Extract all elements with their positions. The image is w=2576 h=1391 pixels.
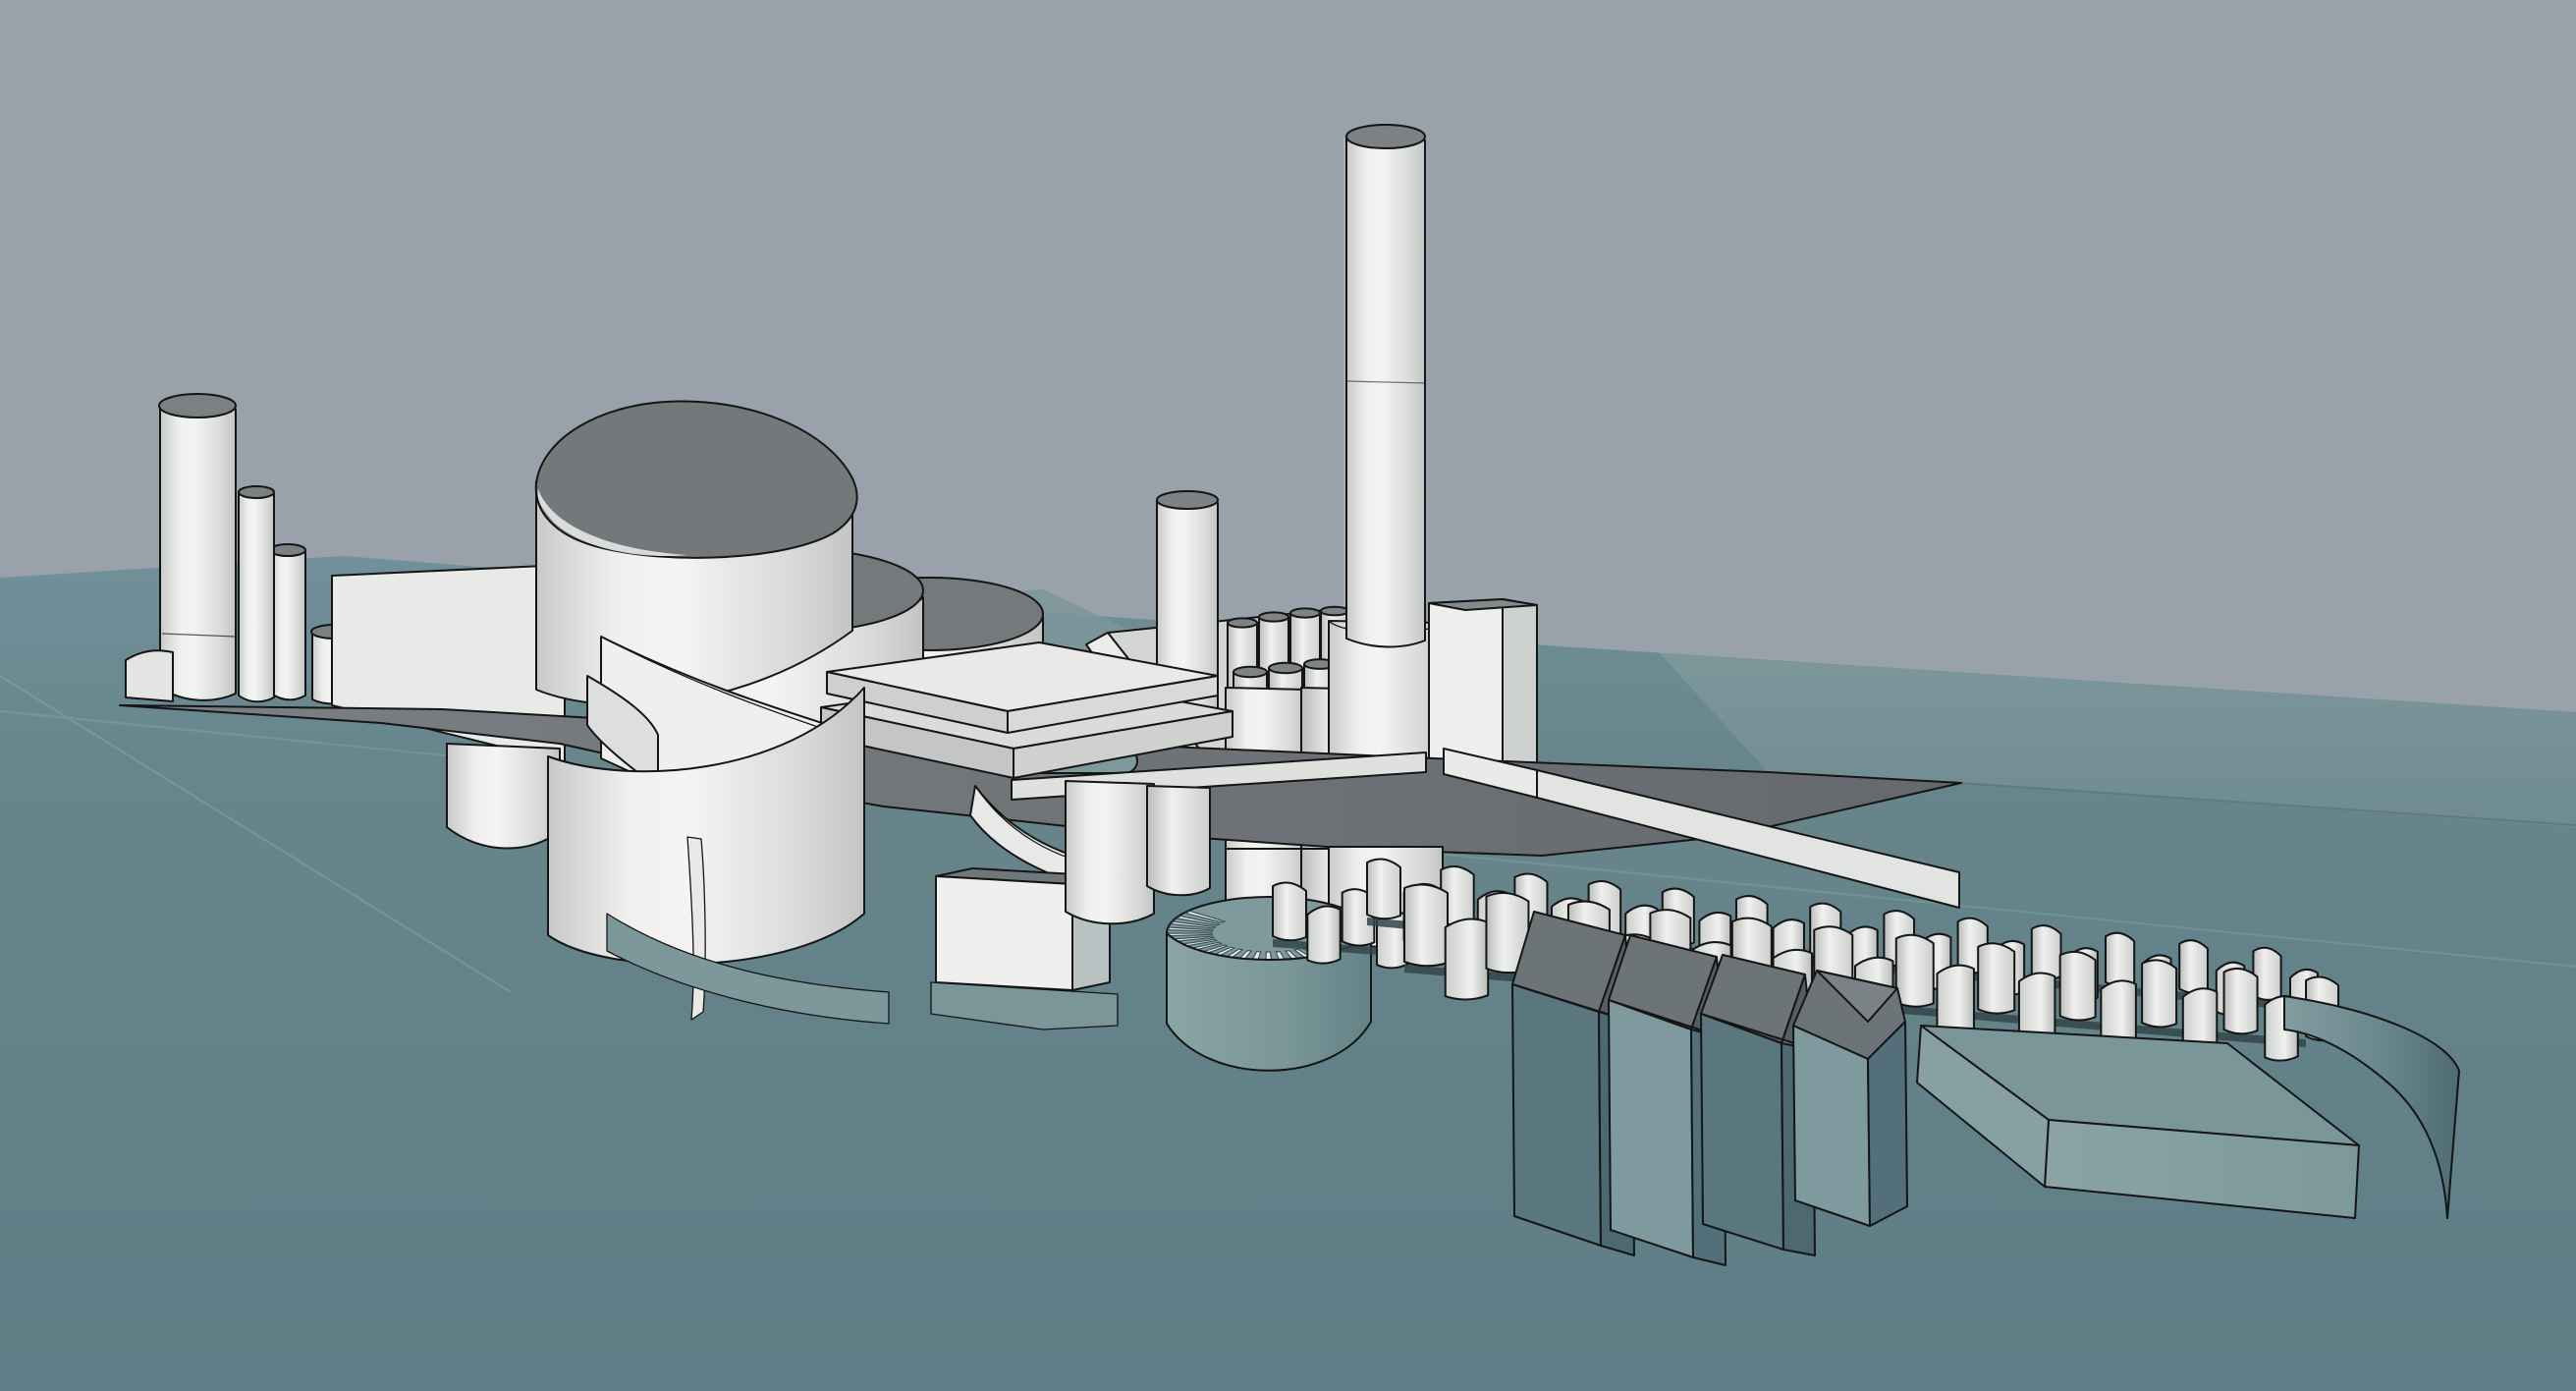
half-pipe-channel <box>2224 969 2258 1033</box>
half-pipe-channel <box>1937 966 1974 1036</box>
half-pipe-channel <box>1896 935 1934 1007</box>
half-pipe-channel <box>2060 952 2096 1021</box>
half-pipe-channel <box>1367 859 1400 918</box>
half-pipe-channel <box>2179 940 2208 993</box>
half-pipe-channel <box>1404 884 1448 966</box>
half-pipe-channel <box>1307 907 1340 964</box>
viewport-canvas[interactable] <box>0 0 2576 1391</box>
viewport-window[interactable] <box>0 0 2576 1391</box>
half-pipe-channel <box>2032 925 2061 979</box>
half-pipe-channel <box>2142 960 2176 1027</box>
mast-chimney[interactable] <box>1346 125 1425 647</box>
half-pipe-channel <box>2106 933 2134 986</box>
half-pipe-channel <box>1446 918 1489 999</box>
half-pipe-channel <box>1273 882 1306 940</box>
half-pipe-channel <box>1978 943 2014 1013</box>
